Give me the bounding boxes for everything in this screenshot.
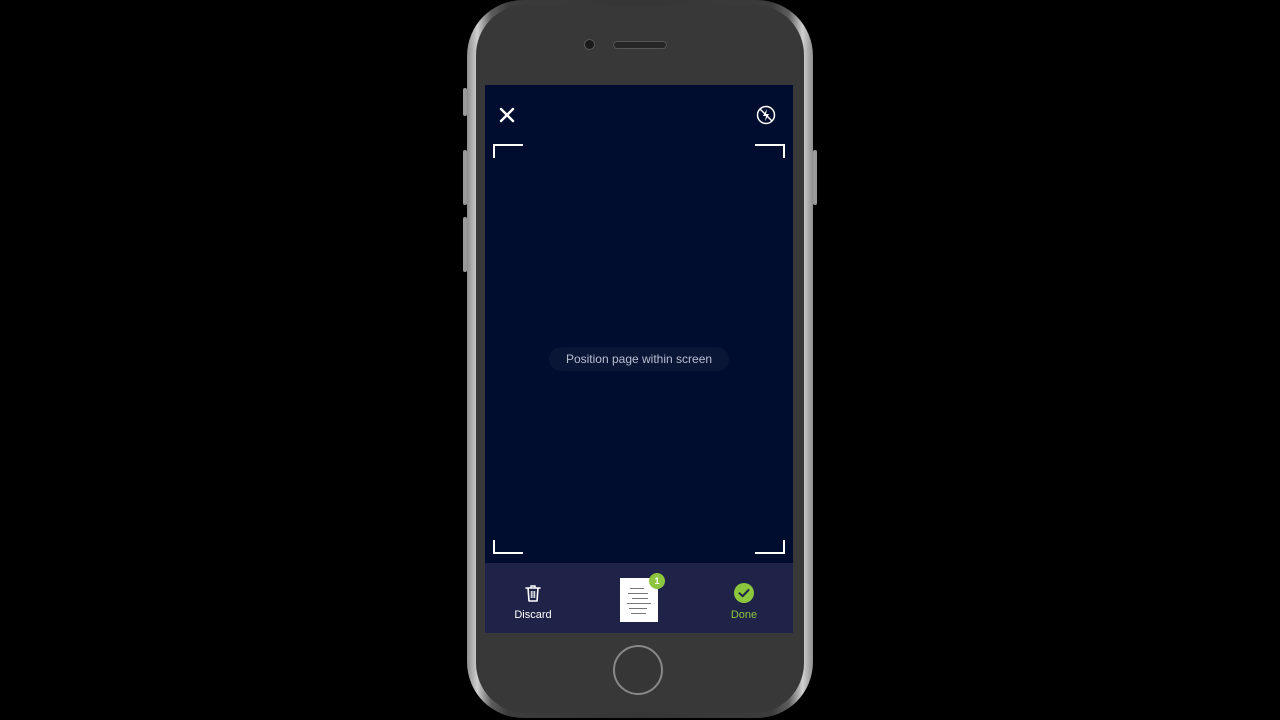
done-button[interactable]: Done xyxy=(704,563,784,633)
volume-down-button xyxy=(463,217,467,272)
viewfinder-corner-top-right xyxy=(755,144,785,158)
bottom-action-bar: Discard 1 Done xyxy=(485,563,793,633)
discard-label: Discard xyxy=(514,609,552,621)
flash-toggle-button[interactable] xyxy=(755,104,777,126)
thumbnail-text-line xyxy=(630,588,644,589)
thumbnail-text-line xyxy=(629,608,647,609)
power-button xyxy=(813,150,817,205)
close-button[interactable] xyxy=(497,105,517,125)
home-button[interactable] xyxy=(613,645,663,695)
check-circle-icon xyxy=(734,583,754,603)
earpiece-speaker xyxy=(613,41,667,49)
position-hint: Position page within screen xyxy=(549,347,729,371)
thumbnail-text-line xyxy=(628,593,648,594)
viewfinder-corner-top-left xyxy=(493,144,523,158)
volume-up-button xyxy=(463,150,467,205)
close-icon xyxy=(499,107,515,123)
scanner-screen: Position page within screen Discard 1 Do… xyxy=(485,85,793,633)
page-count-badge: 1 xyxy=(649,573,665,589)
flash-off-icon xyxy=(756,105,776,125)
done-label: Done xyxy=(730,609,758,621)
discard-button[interactable]: Discard xyxy=(493,563,573,633)
trash-icon xyxy=(525,585,541,602)
thumbnail-text-line xyxy=(627,603,651,604)
thumbnail-text-line xyxy=(632,598,648,599)
mute-switch xyxy=(463,88,467,116)
viewfinder-corner-bottom-left xyxy=(493,540,523,554)
front-camera xyxy=(584,39,595,50)
thumbnail-text-line xyxy=(631,613,646,614)
viewfinder-corner-bottom-right xyxy=(755,540,785,554)
